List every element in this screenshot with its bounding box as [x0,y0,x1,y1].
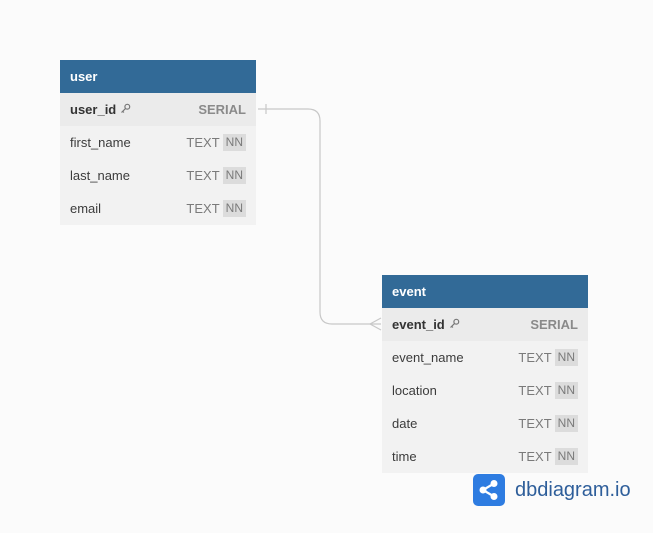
key-icon [120,102,131,117]
column-type: TEXT [518,350,552,365]
table-event[interactable]: event event_id SERIAL event_name TEXT NN … [382,275,588,473]
brand-logo-link[interactable]: dbdiagram.io [473,474,631,506]
table-row[interactable]: time TEXT NN [382,440,588,473]
table-user[interactable]: user user_id SERIAL first_name TEXT NN la… [60,60,256,225]
column-name: location [392,383,437,398]
table-row[interactable]: location TEXT NN [382,374,588,407]
column-name: user_id [70,102,117,117]
column-type: TEXT [518,416,552,431]
not-null-badge: NN [222,134,246,151]
column-type: SERIAL [530,317,578,332]
not-null-badge: NN [554,349,578,366]
column-type: TEXT [518,383,552,398]
not-null-badge: NN [554,415,578,432]
share-nodes-icon [473,474,505,506]
column-type: SERIAL [198,102,246,117]
column-type: TEXT [186,168,220,183]
key-icon [449,317,460,332]
not-null-badge: NN [554,382,578,399]
column-name: email [70,201,102,216]
column-name: date [392,416,418,431]
table-row[interactable]: event_name TEXT NN [382,341,588,374]
column-type: TEXT [186,135,220,150]
table-row[interactable]: first_name TEXT NN [60,126,256,159]
not-null-badge: NN [554,448,578,465]
table-header[interactable]: event [382,275,588,308]
table-row[interactable]: last_name TEXT NN [60,159,256,192]
table-row[interactable]: event_id SERIAL [382,308,588,341]
column-name: event_name [392,350,464,365]
table-header[interactable]: user [60,60,256,93]
column-name: last_name [70,168,130,183]
table-row[interactable]: date TEXT NN [382,407,588,440]
column-type: TEXT [518,449,552,464]
column-type: TEXT [186,201,220,216]
not-null-badge: NN [222,167,246,184]
column-name: first_name [70,135,131,150]
table-row[interactable]: user_id SERIAL [60,93,256,126]
table-row[interactable]: email TEXT NN [60,192,256,225]
brand-name: dbdiagram.io [515,478,631,501]
column-name: event_id [392,317,445,332]
column-name: time [392,449,417,464]
not-null-badge: NN [222,200,246,217]
